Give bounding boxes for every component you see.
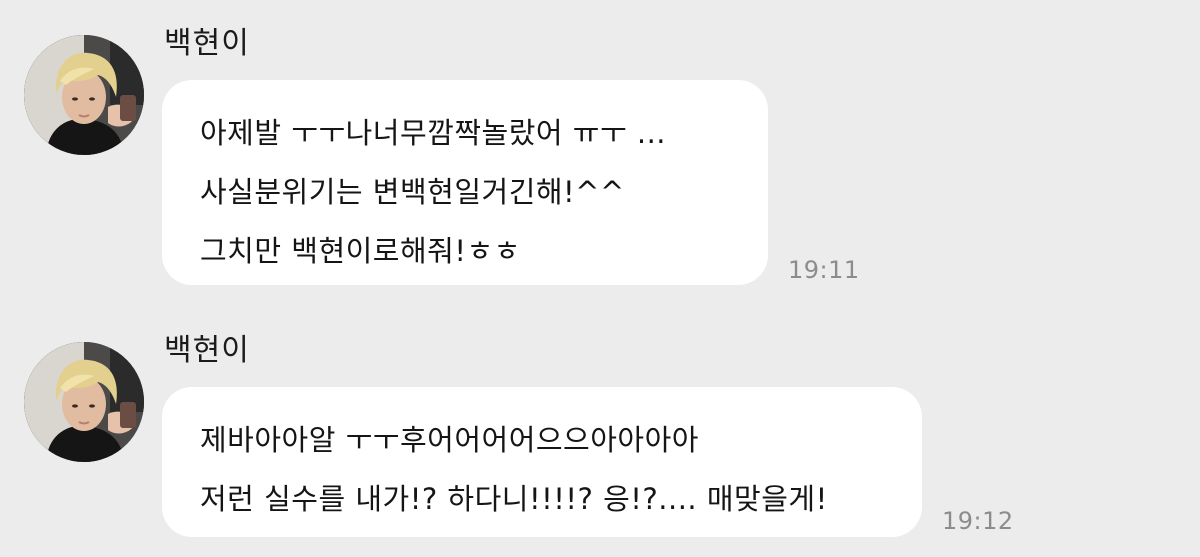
sender-name: 백현이 — [164, 333, 250, 368]
message-timestamp: 19:11 — [788, 256, 860, 284]
avatar[interactable] — [24, 35, 144, 155]
message-bubble[interactable]: 제바아아알 ㅜㅜ후어어어어으으아아아아 저런 실수를 내가!? 하다니!!!!?… — [162, 387, 922, 537]
profile-photo-icon — [24, 35, 144, 155]
message-text-line: 아제발 ㅜㅜ나너무깜짝놀랐어 ㅠㅜ ... — [200, 116, 667, 150]
profile-photo-icon — [24, 342, 144, 462]
message-text-line: 저런 실수를 내가!? 하다니!!!!? 응!?.... 매맞을게! — [200, 482, 828, 516]
avatar[interactable] — [24, 342, 144, 462]
message-bubble[interactable]: 아제발 ㅜㅜ나너무깜짝놀랐어 ㅠㅜ ... 사실분위기는 변백현일거긴해!^^ … — [162, 80, 768, 285]
message-text-line: 사실분위기는 변백현일거긴해!^^ — [200, 175, 625, 209]
message-timestamp: 19:12 — [942, 507, 1014, 535]
message-text-line: 제바아아알 ㅜㅜ후어어어어으으아아아아 — [200, 423, 699, 457]
message-text-line: 그치만 백현이로해줘!ㅎㅎ — [200, 234, 521, 268]
sender-name: 백현이 — [164, 26, 250, 61]
